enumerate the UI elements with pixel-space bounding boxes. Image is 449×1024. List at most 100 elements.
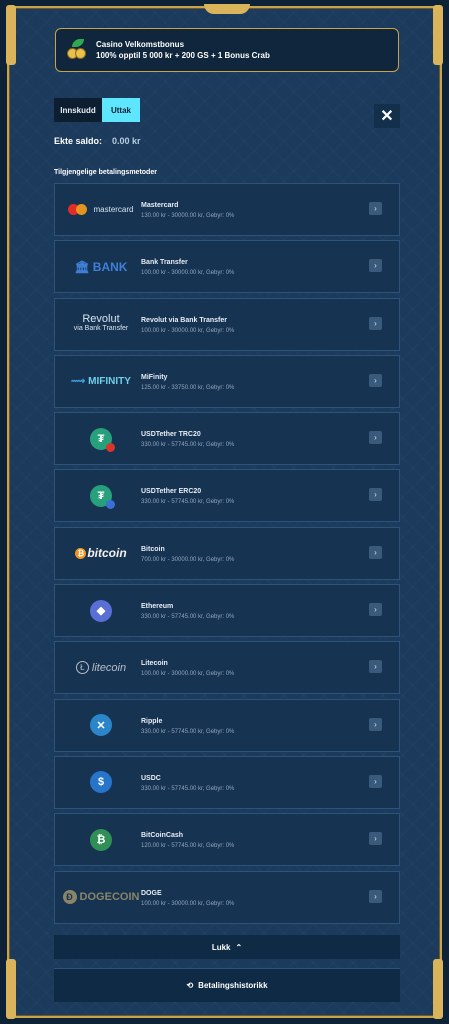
frame-corner-ornament <box>6 959 16 1019</box>
logo-text: MIFINITY <box>88 375 131 387</box>
payment-method-row[interactable]: ₮ USDTether TRC20 330.00 kr - 57745.00 kr,… <box>54 412 400 466</box>
payment-method-limits: 130.00 kr - 30000.00 kr, Gebyr: 0% <box>141 213 235 219</box>
ripple-icon: ✕ <box>63 700 139 751</box>
payment-method-row[interactable]: ✕ Ripple 330.00 kr - 57745.00 kr, Gebyr: 0… <box>54 698 400 752</box>
chevron-right-icon[interactable]: › <box>369 202 382 215</box>
tab-deposit[interactable]: Innskudd <box>54 98 102 122</box>
chevron-right-icon[interactable]: › <box>369 488 382 502</box>
history-icon: ⟲ <box>186 981 194 990</box>
chevron-right-icon[interactable]: › <box>369 259 382 273</box>
payment-method-name: Litecoin <box>141 660 168 668</box>
chevron-up-icon: ⌃ <box>235 942 243 952</box>
chevron-right-icon[interactable]: › <box>369 660 382 674</box>
chevron-right-icon[interactable]: › <box>369 316 382 330</box>
tether-erc20-icon: ₮ <box>63 470 139 521</box>
payment-method-name: DOGE <box>141 889 162 897</box>
payment-method-limits: 100.00 kr - 30000.00 kr, Gebyr: 0% <box>141 327 235 334</box>
chevron-right-icon[interactable]: › <box>369 545 382 559</box>
network-badge-icon <box>106 442 115 452</box>
payment-method-row[interactable]: ⟿ MIFINITY MiFinity 125.00 kr - 33750.00 k… <box>54 354 400 408</box>
logo-subtext: via Bank Transfer <box>73 325 129 333</box>
ethereum-icon: ◆ <box>63 585 139 636</box>
close-button[interactable]: ✕ <box>374 104 400 128</box>
dogecoin-logo: Ð DOGECOIN <box>62 872 140 923</box>
mifinity-logo: ⟿ MIFINITY <box>71 375 131 387</box>
chevron-right-icon[interactable]: › <box>369 603 382 617</box>
litecoin-logo: Łlitecoin <box>63 642 139 693</box>
section-title: Tilgjengelige betalingsmetoder <box>54 169 157 176</box>
chevron-right-icon[interactable]: › <box>369 431 382 445</box>
logo-text: litecoin <box>91 661 127 674</box>
mastercard-logo: mastercard <box>63 184 139 235</box>
collapse-label: Lukk <box>211 942 231 952</box>
payment-method-row[interactable]: 🏛 BANK Bank Transfer 100.00 kr - 30000.00 k… <box>54 240 400 294</box>
payment-method-row[interactable]: ₿ bitcoin Bitcoin 700.00 kr - 30000.00 kr, … <box>54 526 400 580</box>
payment-method-row[interactable]: mastercard Mastercard 130.00 kr - 30000.00… <box>54 183 400 236</box>
payment-method-limits: 330.00 kr - 57745.00 kr, Gebyr: 0% <box>141 442 235 449</box>
chevron-right-icon[interactable]: › <box>369 889 382 903</box>
payment-method-name: USDTether ERC20 <box>141 488 202 496</box>
payment-method-limits: 330.00 kr - 57745.00 kr, Gebyr: 0% <box>141 614 235 621</box>
tab-withdraw[interactable]: Uttak <box>102 98 140 122</box>
payment-method-limits: 100.00 kr - 30000.00 kr, Gebyr: 0% <box>141 671 235 678</box>
network-badge-icon <box>106 499 115 509</box>
payment-method-name: Bank Transfer <box>141 259 188 267</box>
payment-method-limits: 330.00 kr - 57745.00 kr, Gebyr: 0% <box>141 499 235 506</box>
chevron-right-icon[interactable]: › <box>369 373 382 387</box>
payment-panel: Casino Velkomstbonus 100% opptil 5 000 k… <box>6 4 443 1019</box>
close-icon: ✕ <box>380 108 394 125</box>
balance-label: Ekte saldo: <box>54 136 103 146</box>
payment-method-name: USDC <box>141 774 161 782</box>
payment-method-limits: 100.00 kr - 30000.00 kr, Gebyr: 0% <box>141 900 235 907</box>
payment-method-name: Revolut via Bank Transfer <box>141 316 227 324</box>
payment-method-list: mastercard Mastercard 130.00 kr - 30000.00… <box>54 183 400 928</box>
payment-method-row[interactable]: ₿ BitCoinCash 120.00 kr - 57745.00 kr, Geb… <box>54 813 400 867</box>
payment-method-limits: 700.00 kr - 30000.00 kr, Gebyr: 0% <box>141 556 235 563</box>
history-label: Betalingshistorikk <box>198 981 268 990</box>
payment-method-row[interactable]: Ð DOGECOIN DOGE 100.00 kr - 30000.00 kr, Ge… <box>54 870 400 924</box>
chevron-right-icon[interactable]: › <box>369 774 382 788</box>
payment-method-row[interactable]: $ USDC 330.00 kr - 57745.00 kr, Gebyr: 0% › <box>54 755 400 809</box>
transaction-tabs: Innskudd Uttak <box>54 98 140 122</box>
logo-text: Revolut <box>82 313 120 326</box>
cherry-icon <box>66 39 88 61</box>
payment-method-row[interactable]: ₮ USDTether ERC20 330.00 kr - 57745.00 kr,… <box>54 469 400 523</box>
payment-method-limits: 100.00 kr - 30000.00 kr, Gebyr: 0% <box>141 270 235 277</box>
payment-method-name: BitCoinCash <box>141 832 183 840</box>
collapse-button[interactable]: Lukk ⌃ <box>54 935 400 959</box>
payment-method-row[interactable]: Łlitecoin Litecoin 100.00 kr - 30000.00 kr… <box>54 641 400 695</box>
balance-display: Ekte saldo: 0.00 kr <box>54 136 141 146</box>
frame-corner-ornament <box>433 5 443 65</box>
payment-method-row[interactable]: ◆ Ethereum 330.00 kr - 57745.00 kr, Gebyr:… <box>54 584 400 638</box>
payment-history-button[interactable]: ⟲ Betalingshistorikk <box>54 968 400 1002</box>
balance-amount: 0.00 kr <box>112 136 141 146</box>
bonus-description: 100% opptil 5 000 kr + 200 GS + 1 Bonus … <box>96 51 270 60</box>
logo-text: DOGECOIN <box>79 891 140 904</box>
logo-text: mastercard <box>93 205 134 214</box>
tether-trc20-icon: ₮ <box>63 413 139 464</box>
payment-method-row[interactable]: Revolut via Bank Transfer Revolut via Bank… <box>54 297 400 351</box>
payment-method-limits: 125.00 kr - 33750.00 kr, Gebyr: 0% <box>141 384 235 391</box>
chevron-right-icon[interactable]: › <box>369 832 382 846</box>
payment-method-limits: 330.00 kr - 57745.00 kr, Gebyr: 0% <box>141 785 235 792</box>
usdc-icon: $ <box>63 757 139 808</box>
payment-method-name: Bitcoin <box>141 545 165 553</box>
payment-method-name: Ethereum <box>141 603 174 611</box>
frame-corner-ornament <box>433 959 443 1019</box>
bitcoin-logo: ₿ bitcoin <box>63 528 139 579</box>
welcome-bonus-banner[interactable]: Casino Velkomstbonus 100% opptil 5 000 k… <box>55 28 399 72</box>
logo-text: bitcoin <box>87 546 127 561</box>
bonus-title: Casino Velkomstbonus <box>96 40 185 49</box>
payment-method-limits: 330.00 kr - 57745.00 kr, Gebyr: 0% <box>141 728 235 735</box>
bitcoincash-icon: ₿ <box>63 814 139 865</box>
payment-method-name: USDTether TRC20 <box>141 431 201 439</box>
chevron-right-icon[interactable]: › <box>369 717 382 731</box>
payment-method-limits: 120.00 kr - 57745.00 kr, Gebyr: 0% <box>141 843 235 850</box>
revolut-logo: Revolut via Bank Transfer <box>63 299 139 350</box>
payment-method-name: Ripple <box>141 717 163 725</box>
payment-method-name: MiFinity <box>141 373 168 381</box>
frame-top-ornament <box>204 4 250 14</box>
payment-method-name: Mastercard <box>141 202 179 209</box>
logo-text: BANK <box>92 259 128 274</box>
frame-corner-ornament <box>6 5 16 65</box>
